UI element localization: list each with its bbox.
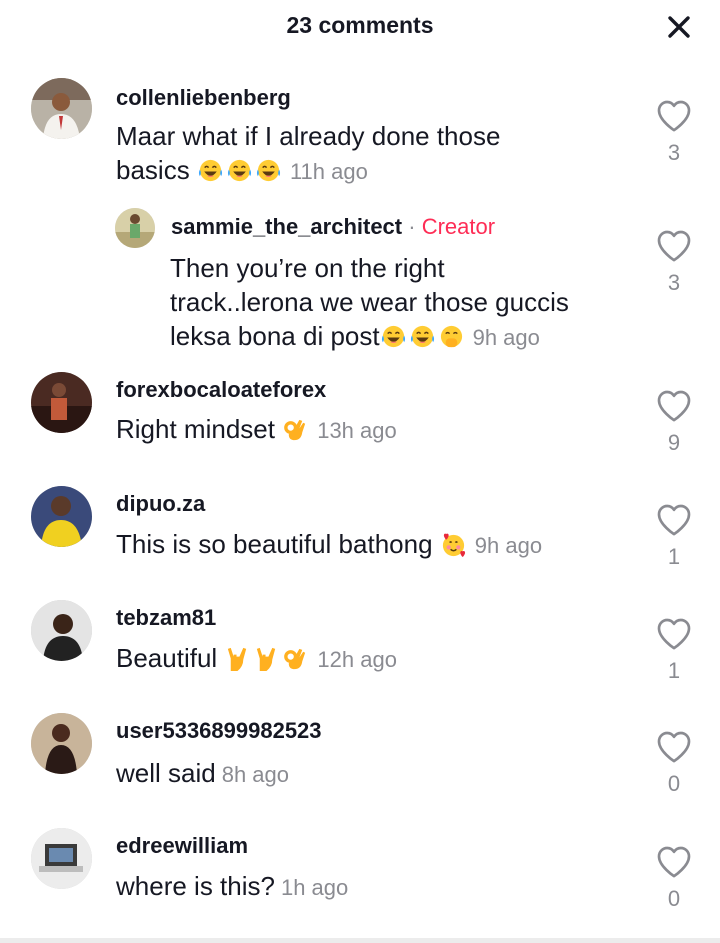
tears-of-joy-emoji: [226, 157, 253, 184]
comment-text-part: well said: [116, 758, 216, 788]
close-icon: [668, 16, 690, 38]
tears-of-joy-emoji: [380, 323, 407, 350]
like-count: 0: [667, 771, 681, 796]
ok-hand-emoji: [282, 416, 309, 443]
sign-of-the-horns-emoji: [224, 645, 251, 672]
comment-text-line: leksa bona di post 9h ago: [170, 319, 650, 355]
separator-dot: ·: [402, 214, 422, 239]
avatar[interactable]: [115, 208, 155, 248]
comment-text: well said 8h ago: [116, 756, 636, 792]
comment-username[interactable]: tebzam81: [116, 605, 216, 631]
like-button[interactable]: 1: [652, 614, 696, 684]
like-count: 3: [667, 140, 681, 165]
comment-item: user5336899982523 well said 8h ago 0: [0, 713, 720, 803]
comment-text-part: where is this?: [116, 871, 275, 901]
comment-text-line: Then you’re on the right: [170, 253, 445, 283]
comment-text-line: Maar what if I already done those: [116, 121, 501, 151]
comment-time: 8h ago: [221, 762, 290, 787]
comment-username[interactable]: edreewilliam: [116, 833, 248, 859]
comment-text-line: track..lerona we wear those guccis: [170, 287, 569, 317]
creator-badge: Creator: [421, 214, 496, 239]
comment-time: 12h ago: [317, 647, 397, 672]
like-button[interactable]: 9: [652, 386, 696, 456]
smiling-face-with-hearts-emoji: [440, 531, 467, 558]
comment-text-part: Beautiful: [116, 643, 218, 673]
comment-text: Beautiful 12h ago: [116, 641, 636, 677]
like-count: 9: [667, 430, 681, 455]
tears-of-joy-emoji: [409, 323, 436, 350]
like-count: 3: [667, 270, 681, 295]
like-count: 1: [667, 658, 681, 683]
comment-text-part: basics: [116, 155, 190, 185]
avatar[interactable]: [31, 713, 92, 774]
reply-item: sammie_the_architect · Creator Then you’…: [0, 208, 720, 358]
heart-outline-icon: [654, 386, 694, 426]
comments-count-title: 23 comments: [286, 12, 434, 38]
avatar[interactable]: [31, 78, 92, 139]
comment-text: This is so beautiful bathong 9h ago: [116, 527, 636, 563]
avatar[interactable]: [31, 372, 92, 433]
ok-hand-emoji: [282, 645, 309, 672]
comment-item: edreewilliam where is this? 1h ago 0: [0, 828, 720, 918]
heart-outline-icon: [654, 842, 694, 882]
comment-text: where is this? 1h ago: [116, 869, 636, 905]
avatar[interactable]: [31, 600, 92, 661]
comment-text: Then you’re on the right track..lerona w…: [170, 251, 650, 355]
like-button[interactable]: 1: [652, 500, 696, 570]
sign-of-the-horns-emoji: [253, 645, 280, 672]
comment-time: 13h ago: [317, 418, 397, 443]
heart-outline-icon: [654, 500, 694, 540]
comment-username[interactable]: forexbocaloateforex: [116, 377, 326, 403]
heart-outline-icon: [654, 226, 694, 266]
heart-outline-icon: [654, 614, 694, 654]
heart-outline-icon: [654, 96, 694, 136]
tears-of-joy-emoji: [197, 157, 224, 184]
like-count: 0: [667, 886, 681, 911]
close-button[interactable]: [664, 12, 694, 42]
avatar[interactable]: [31, 828, 92, 889]
comment-time: 9h ago: [472, 325, 540, 350]
comment-username[interactable]: collenliebenberg: [116, 85, 291, 111]
comment-username: sammie_the_architect · Creator: [171, 214, 495, 240]
like-button[interactable]: 3: [652, 96, 696, 166]
like-button[interactable]: 3: [652, 226, 696, 296]
comment-text-part: This is so beautiful bathong: [116, 529, 433, 559]
comment-time: 11h ago: [289, 159, 368, 184]
comment-item: dipuo.za This is so beautiful bathong 9h…: [0, 486, 720, 576]
comment-text: Maar what if I already done those basics…: [116, 119, 636, 189]
comment-item: collenliebenberg Maar what if I already …: [0, 78, 720, 198]
comment-text: Right mindset 13h ago: [116, 412, 636, 448]
comment-item: tebzam81 Beautiful 12h ago 1: [0, 600, 720, 690]
like-count: 1: [667, 544, 681, 569]
comment-time: 9h ago: [474, 533, 543, 558]
comment-username[interactable]: user5336899982523: [116, 718, 322, 744]
comment-text-line: basics 11h ago: [116, 153, 636, 189]
tears-of-joy-emoji: [255, 157, 282, 184]
comments-header: 23 comments: [0, 0, 720, 56]
heart-outline-icon: [654, 727, 694, 767]
comment-item: forexbocaloateforex Right mindset 13h ag…: [0, 372, 720, 462]
like-button[interactable]: 0: [652, 842, 696, 912]
comment-time: 1h ago: [280, 875, 349, 900]
reply-username[interactable]: sammie_the_architect: [171, 214, 402, 239]
comment-text-part: Right mindset: [116, 414, 275, 444]
face-with-hand-over-mouth-emoji: [438, 323, 465, 350]
avatar[interactable]: [31, 486, 92, 547]
like-button[interactable]: 0: [652, 727, 696, 797]
comment-text-part: leksa bona di post: [170, 321, 380, 351]
bottom-divider: [0, 938, 720, 943]
comment-username[interactable]: dipuo.za: [116, 491, 205, 517]
